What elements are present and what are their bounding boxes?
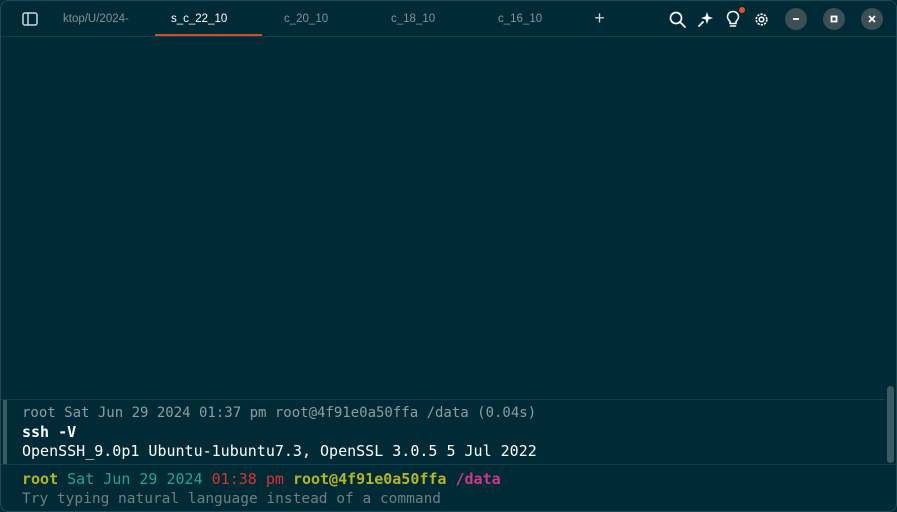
- sparkle-icon[interactable]: [696, 10, 714, 28]
- tab-label: ktop/U/2024-: [63, 12, 129, 25]
- title-bar: ktop/U/2024- s_c_22_10 c_20_10 c_18_10 c…: [1, 1, 896, 37]
- tab-label: s_c_22_10: [171, 12, 228, 25]
- close-button[interactable]: [861, 8, 883, 30]
- active-tab-underline: [155, 34, 262, 36]
- block-indicator: [3, 400, 7, 464]
- block-metadata: root Sat Jun 29 2024 01:37 pm root@4f91e…: [22, 405, 537, 421]
- prompt-line: root Sat Jun 29 2024 01:38 pm root@4f91e…: [22, 470, 501, 488]
- panel-toggle-icon[interactable]: [21, 11, 38, 26]
- search-icon[interactable]: [668, 10, 686, 28]
- tab-1[interactable]: ktop/U/2024-: [63, 1, 149, 36]
- tab-5[interactable]: c_16_10: [498, 1, 588, 36]
- gear-icon[interactable]: [752, 10, 770, 28]
- tab-label: c_18_10: [391, 12, 436, 25]
- tab-4[interactable]: c_18_10: [391, 1, 481, 36]
- maximize-icon: [830, 15, 838, 23]
- tab-3[interactable]: c_20_10: [284, 1, 374, 36]
- tab-2-active[interactable]: s_c_22_10: [155, 1, 262, 36]
- prompt-time: 01:38 pm: [211, 470, 284, 488]
- prompt-host: root@4f91e0a50ffa: [292, 470, 447, 488]
- block-output: OpenSSH_9.0p1 Ubuntu-1ubuntu7.3, OpenSSL…: [22, 442, 537, 460]
- prompt-date: Sat Jun 29 2024: [67, 470, 203, 488]
- block-command: ssh -V: [22, 423, 77, 441]
- minimize-icon: [793, 18, 799, 20]
- notification-dot: [739, 7, 745, 13]
- command-input-placeholder[interactable]: Try typing natural language instead of a…: [22, 491, 441, 507]
- command-block[interactable]: root Sat Jun 29 2024 01:37 pm root@4f91e…: [1, 399, 885, 464]
- close-icon: [868, 15, 876, 23]
- scrollbar-thumb[interactable]: [887, 386, 894, 463]
- tab-label: c_16_10: [498, 12, 543, 25]
- prompt-dir: /data: [455, 470, 501, 488]
- new-tab-button[interactable]: +: [591, 9, 608, 27]
- tab-label: c_20_10: [284, 12, 329, 25]
- maximize-button[interactable]: [823, 8, 845, 30]
- lightbulb-icon[interactable]: [724, 10, 742, 28]
- prompt-input-area[interactable]: root Sat Jun 29 2024 01:38 pm root@4f91e…: [1, 464, 896, 511]
- prompt-user: root: [22, 470, 59, 488]
- minimize-button[interactable]: [785, 8, 807, 30]
- terminal-window: ktop/U/2024- s_c_22_10 c_20_10 c_18_10 c…: [0, 0, 897, 512]
